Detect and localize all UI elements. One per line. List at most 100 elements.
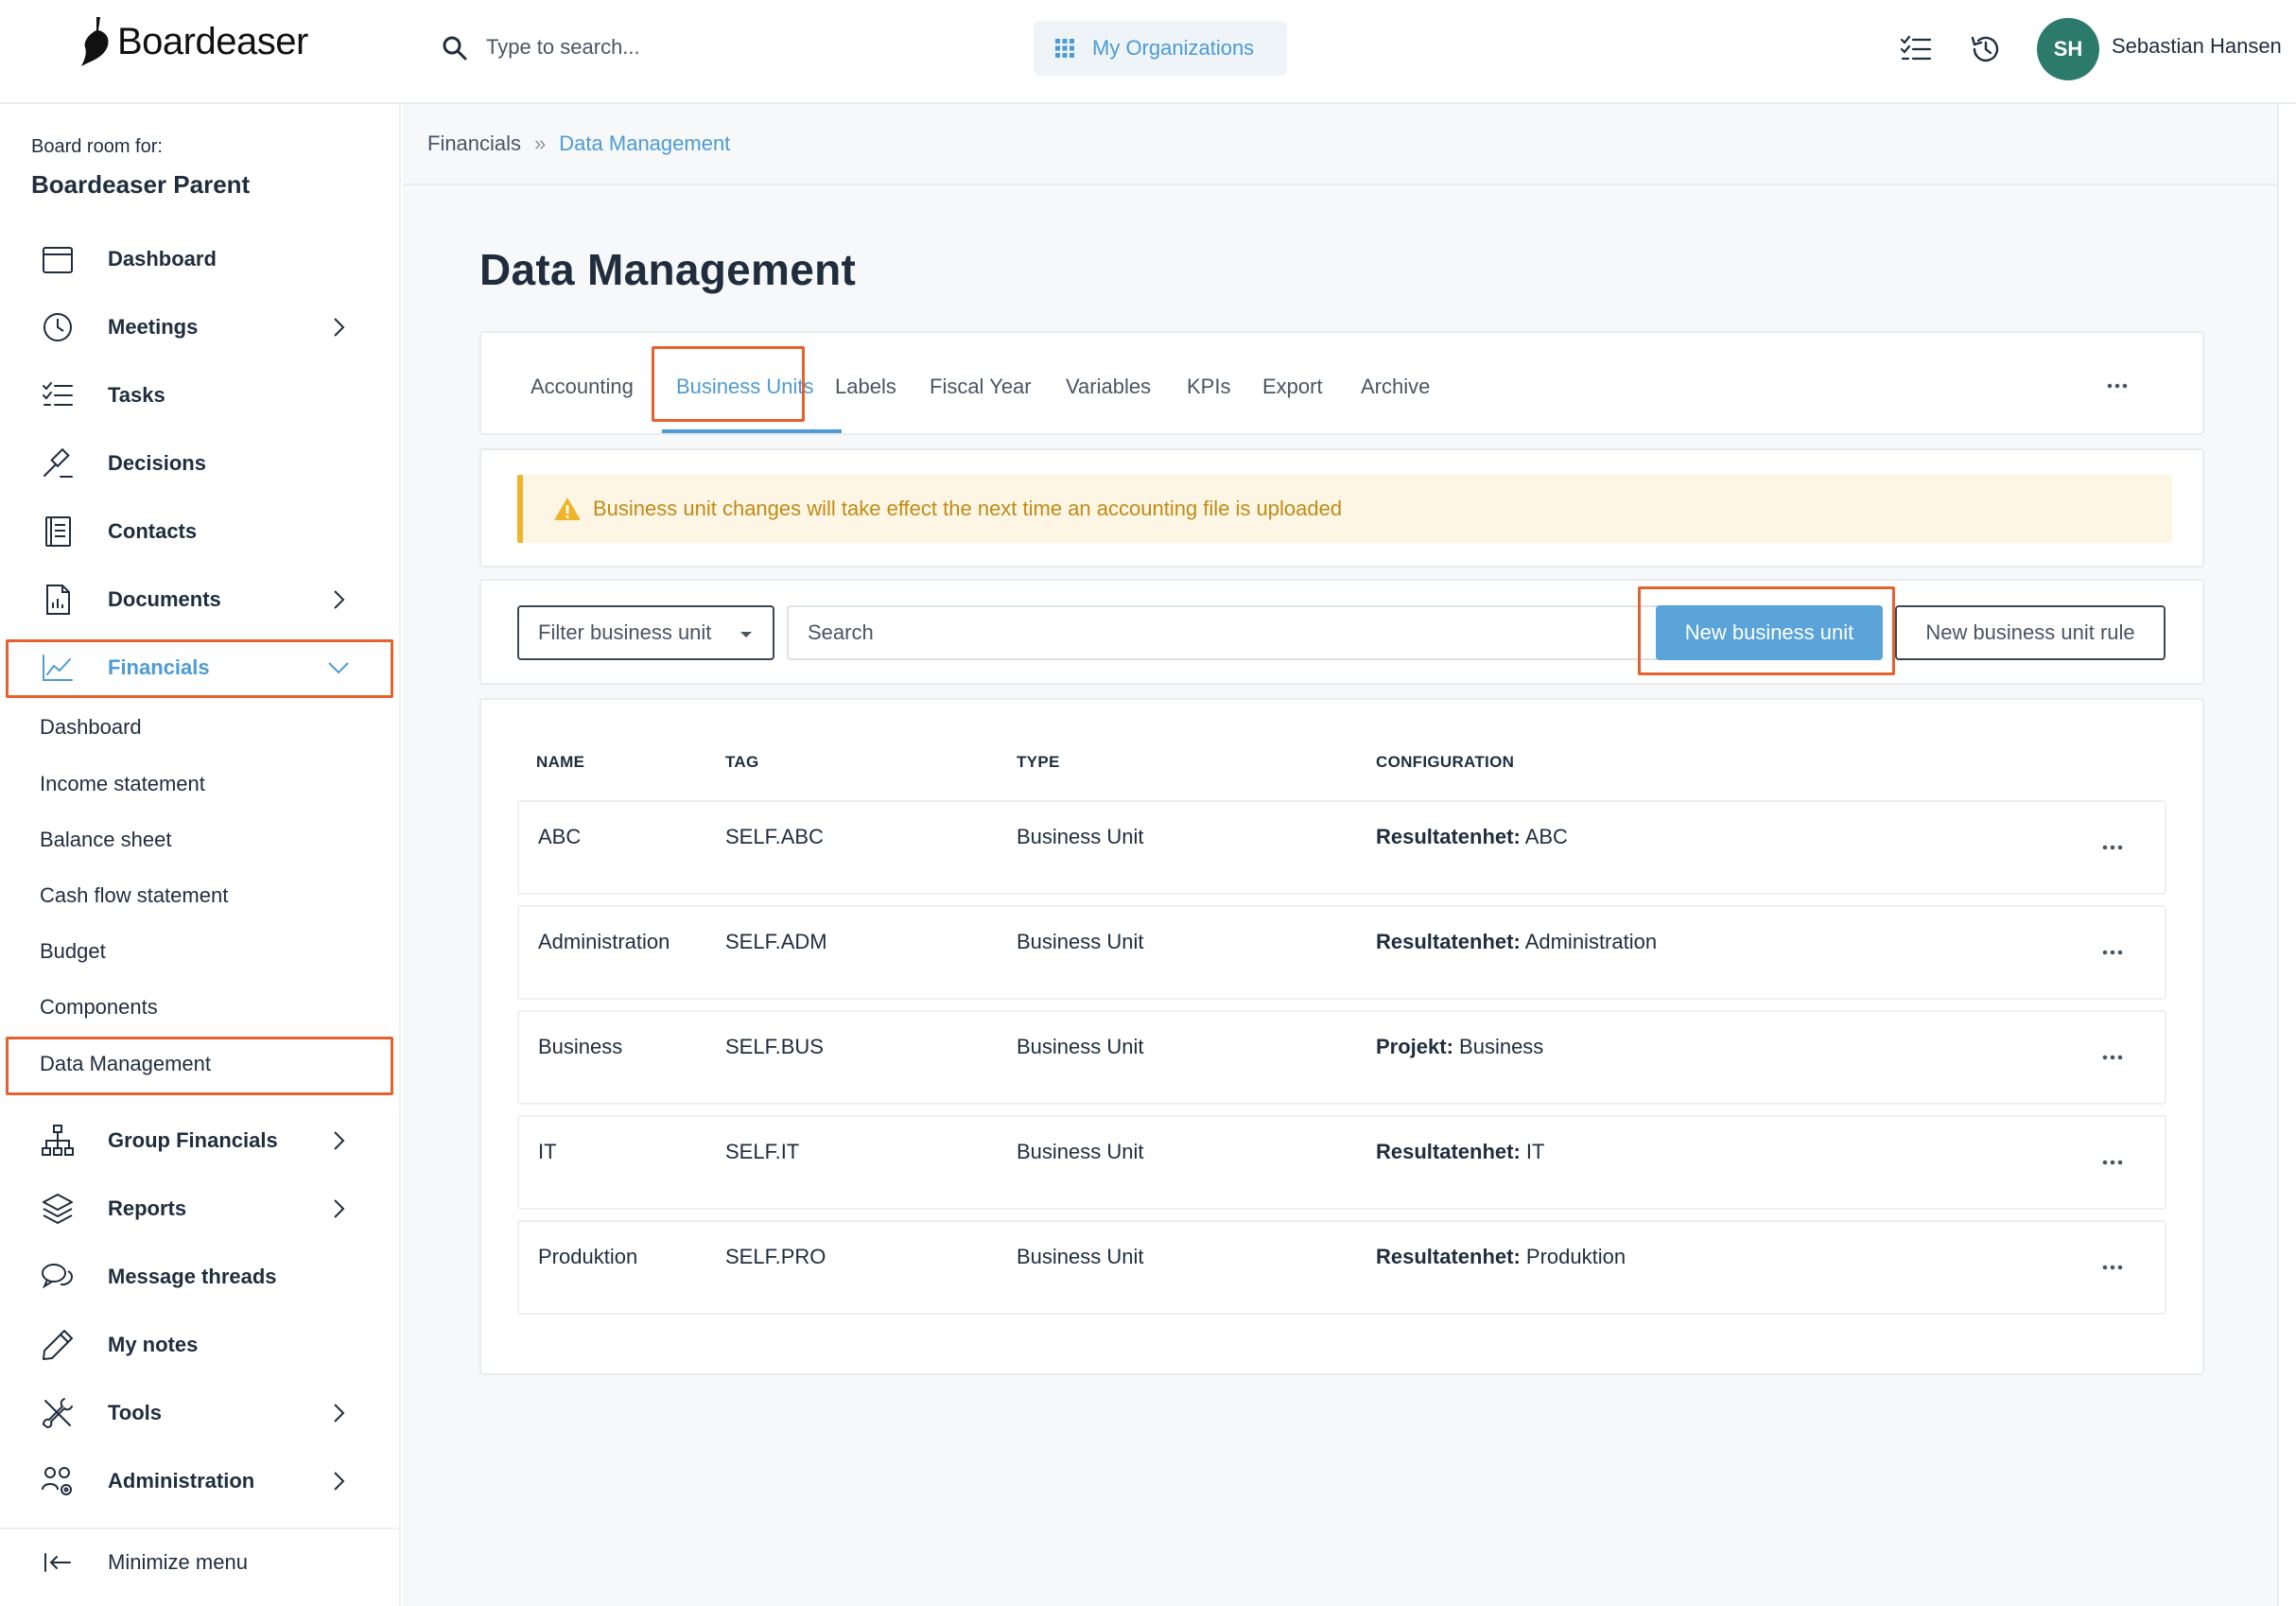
sidebar-item-label: Decisions <box>108 451 206 475</box>
row-actions-icon[interactable] <box>2100 949 2125 956</box>
breadcrumb-separator: » <box>534 131 547 155</box>
breadcrumb-current: Data Management <box>559 131 731 155</box>
config-value: Administration <box>1520 930 1658 953</box>
users-gear-icon <box>42 1467 72 1495</box>
avatar[interactable]: SH <box>2037 18 2099 80</box>
cell-tag: SELF.IT <box>725 1140 800 1163</box>
sidebar-item-documents[interactable]: Documents <box>0 571 401 628</box>
board-room-name[interactable]: Boardeaser Parent <box>31 170 250 200</box>
sidebar-item-my-notes[interactable]: My notes <box>0 1317 401 1373</box>
breadcrumb: Financials » Data Management <box>403 104 2277 185</box>
alert-text: Business unit changes will take effect t… <box>593 497 1343 520</box>
breadcrumb-financials[interactable]: Financials <box>427 131 521 156</box>
clock-icon <box>43 313 72 341</box>
table-row[interactable]: Business SELF.BUS Business Unit Projekt:… <box>517 1010 2166 1105</box>
sidebar-item-label: Message threads <box>108 1265 277 1288</box>
sidebar-item-decisions[interactable]: Decisions <box>0 435 401 492</box>
search-icon[interactable] <box>441 34 469 62</box>
sidebar-item-label: Tools <box>108 1401 163 1424</box>
row-actions-icon[interactable] <box>2100 1159 2125 1166</box>
sidebar-item-message-threads[interactable]: Message threads <box>0 1248 401 1305</box>
sub-item-balance-sheet[interactable]: Balance sheet <box>40 828 171 852</box>
cell-configuration: Resultatenhet: IT <box>1376 1140 1544 1164</box>
sub-item-cash-flow-statement[interactable]: Cash flow statement <box>40 883 228 908</box>
board-room-label: Board room for: <box>31 136 163 157</box>
sub-item-data-management[interactable]: Data Management <box>40 1052 211 1076</box>
search-input[interactable] <box>787 605 1662 660</box>
sidebar-item-administration[interactable]: Administration <box>0 1453 401 1510</box>
sidebar-item-label: Meetings <box>108 315 199 339</box>
config-key: Resultatenhet: <box>1376 1245 1521 1268</box>
config-value: Produktion <box>1520 1245 1626 1268</box>
sidebar-item-reports[interactable]: Reports <box>0 1180 401 1237</box>
sidebar-item-tools[interactable]: Tools <box>0 1385 401 1441</box>
history-icon[interactable] <box>1969 32 2003 66</box>
cell-configuration: Resultatenhet: Produktion <box>1376 1245 1626 1269</box>
top-header: Boardeaser Type to search... My Organiza… <box>0 0 2296 104</box>
table-row[interactable]: IT SELF.IT Business Unit Resultatenhet: … <box>517 1115 2166 1210</box>
my-organizations-button[interactable]: My Organizations <box>1034 21 1287 76</box>
sidebar-item-contacts[interactable]: Contacts <box>0 503 401 560</box>
sidebar-item-label: Contacts <box>108 519 198 543</box>
row-actions-icon[interactable] <box>2100 1264 2125 1271</box>
table-row[interactable]: Administration SELF.ADM Business Unit Re… <box>517 905 2166 1000</box>
cell-name: Business <box>538 1035 623 1058</box>
filter-business-unit-dropdown[interactable]: Filter business unit <box>517 605 774 660</box>
column-header-tag: TAG <box>725 753 759 771</box>
cell-type: Business Unit <box>1017 930 1144 953</box>
cell-configuration: Resultatenhet: Administration <box>1376 930 1657 954</box>
logo[interactable]: Boardeaser <box>76 15 308 68</box>
row-actions-icon[interactable] <box>2100 844 2125 851</box>
sidebar-item-label: Documents <box>108 587 221 611</box>
sub-item-income-statement[interactable]: Income statement <box>40 772 205 796</box>
tab-business-units[interactable]: Business Units <box>676 375 814 399</box>
tab-kpis[interactable]: KPIs <box>1187 375 1230 399</box>
config-key: Resultatenhet: <box>1376 825 1521 848</box>
sidebar-item-tasks[interactable]: Tasks <box>0 367 401 424</box>
tab-export[interactable]: Export <box>1262 375 1323 399</box>
hierarchy-icon <box>42 1125 74 1156</box>
sidebar-item-meetings[interactable]: Meetings <box>0 299 401 356</box>
tasks-checklist-icon[interactable] <box>1899 32 1933 66</box>
chevron-right-icon <box>334 1404 345 1423</box>
cell-configuration: Resultatenhet: ABC <box>1376 825 1568 849</box>
tab-fiscal-year[interactable]: Fiscal Year <box>930 375 1032 399</box>
tab-variables[interactable]: Variables <box>1066 375 1151 399</box>
sidebar-divider <box>0 1527 401 1529</box>
sub-item-budget[interactable]: Budget <box>40 939 106 964</box>
minimize-menu-label: Minimize menu <box>108 1550 248 1574</box>
minimize-menu-button[interactable]: Minimize menu <box>0 1534 401 1591</box>
more-options-icon[interactable] <box>2105 382 2130 390</box>
sidebar-item-group-financials[interactable]: Group Financials <box>0 1112 401 1169</box>
new-business-unit-rule-button[interactable]: New business unit rule <box>1895 605 2166 660</box>
sub-item-dashboard[interactable]: Dashboard <box>40 715 142 740</box>
config-value: Business <box>1452 1035 1544 1058</box>
user-name[interactable]: Sebastian Hansen <box>2112 34 2282 59</box>
global-search-input[interactable]: Type to search... <box>486 35 640 60</box>
config-key: Resultatenhet: <box>1376 1140 1521 1163</box>
column-header-name: NAME <box>536 753 585 771</box>
cell-type: Business Unit <box>1017 825 1144 848</box>
alert-card: Business unit changes will take effect t… <box>479 448 2204 567</box>
warning-icon <box>554 498 581 520</box>
column-header-configuration: CONFIGURATION <box>1376 753 1515 771</box>
sub-item-components[interactable]: Components <box>40 995 158 1020</box>
new-business-unit-button[interactable]: New business unit <box>1656 605 1883 660</box>
cell-tag: SELF.ABC <box>725 825 824 848</box>
sidebar-item-financials[interactable]: Financials <box>0 639 401 696</box>
sidebar-item-dashboard[interactable]: Dashboard <box>0 231 401 288</box>
tab-accounting[interactable]: Accounting <box>531 375 634 399</box>
sidebar-item-label: Financials <box>108 655 210 679</box>
pencil-icon <box>43 1330 73 1360</box>
row-actions-icon[interactable] <box>2100 1054 2125 1061</box>
document-icon <box>46 585 70 615</box>
cell-type: Business Unit <box>1017 1245 1144 1268</box>
sidebar-item-label: Dashboard <box>108 247 217 271</box>
sidebar: Board room for: Boardeaser Parent Dashbo… <box>0 104 401 1606</box>
table-row[interactable]: Produktion SELF.PRO Business Unit Result… <box>517 1220 2166 1315</box>
table-row[interactable]: ABC SELF.ABC Business Unit Resultatenhet… <box>517 800 2166 895</box>
tab-labels[interactable]: Labels <box>835 375 896 399</box>
tab-archive[interactable]: Archive <box>1361 375 1430 399</box>
chevron-right-icon <box>334 1131 345 1150</box>
page-title: Data Management <box>479 245 857 294</box>
